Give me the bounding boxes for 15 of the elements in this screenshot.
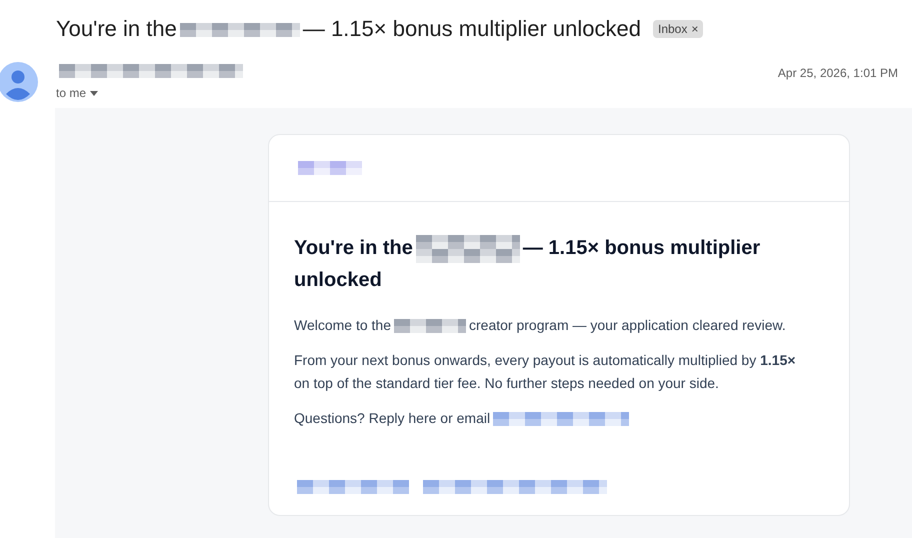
email-subject: You're in the [56,16,177,41]
caret-icon [90,90,98,96]
email-subject: — 1.15× bonus multiplier unlocked [302,16,641,41]
avatar-icon [0,62,38,102]
email-date: Apr 25, 2026, 1:01 PM [778,65,898,82]
email-paragraph: Questions? Reply here or email [294,410,490,426]
email-heading: You're in the [294,237,413,259]
email-paragraph: Welcome to the [294,317,392,333]
remove-label-button[interactable]: × [691,22,698,36]
email-paragraph: creator program — your application cleared review. [469,317,786,333]
email-paragraph: From your next bonus onwards, every payout is automatically multiplied by 1.15× on top of the standard tier fee. No further steps needed on your side. [294,352,796,391]
recipient-dropdown[interactable]: to me [56,86,778,100]
email-heading: — 1.15× bonus multiplier [522,237,760,259]
inbox-label[interactable]: Inbox × [652,20,704,38]
email-heading: unlocked [294,269,382,291]
